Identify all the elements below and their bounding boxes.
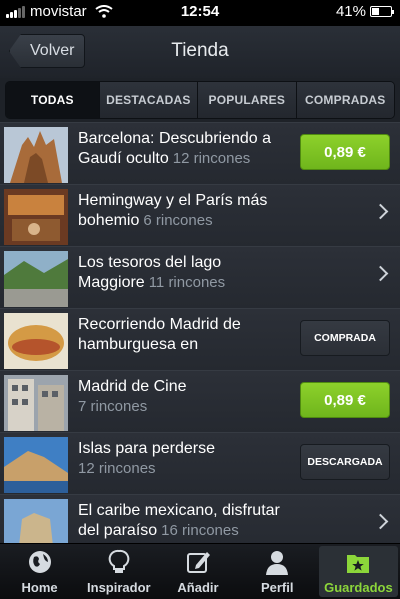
- tab-label: Inspirador: [87, 580, 151, 595]
- tab-guardados[interactable]: Guardados: [318, 546, 399, 597]
- item-count: 7 rincones: [78, 398, 148, 415]
- list-item[interactable]: El caribe mexicano, disfrutar del paraís…: [0, 494, 400, 543]
- item-count: 11 rincones: [148, 274, 226, 291]
- item-thumbnail: [4, 251, 68, 307]
- battery-icon: [370, 6, 394, 17]
- list-item[interactable]: Recorriendo Madrid de hamburguesa en COM…: [0, 308, 400, 370]
- item-count: 12 rincones: [78, 460, 156, 477]
- tab-perfil[interactable]: Perfil: [238, 544, 317, 599]
- store-list[interactable]: Barcelona: Descubriendo a Gaudí oculto 12…: [0, 122, 400, 543]
- buy-button[interactable]: 0,89 €: [300, 134, 390, 170]
- chevron-right-icon[interactable]: [372, 513, 389, 530]
- tab-inspirador[interactable]: Inspirador: [79, 544, 158, 599]
- lightbulb-icon: [108, 549, 130, 573]
- globe-icon: [28, 551, 51, 573]
- list-item[interactable]: Los tesoros del lago Maggiore 11 rincones: [0, 246, 400, 308]
- purchased-badge[interactable]: COMPRADA: [300, 320, 390, 356]
- item-thumbnail: [4, 189, 68, 245]
- item-title: Madrid de Cine: [78, 378, 187, 395]
- list-item[interactable]: Hemingway y el París más bohemio 6 rincon…: [0, 184, 400, 246]
- item-thumbnail: [4, 313, 68, 369]
- tab-label: Home: [21, 580, 58, 595]
- segmented-control: TODAS DESTACADAS POPULARES COMPRADAS: [0, 78, 400, 122]
- item-thumbnail: [4, 437, 68, 493]
- list-item[interactable]: Madrid de Cine 7 rincones 0,89 €: [0, 370, 400, 432]
- navigation-bar: Volver Tienda: [0, 26, 400, 78]
- segment-populares[interactable]: POPULARES: [197, 82, 296, 118]
- list-item[interactable]: Islas para perderse 12 rincones DESCARGAD…: [0, 432, 400, 494]
- item-count: 12 rincones: [172, 150, 251, 167]
- item-title: Islas para perderse: [78, 440, 215, 457]
- tab-bar: Home Inspirador Añadir Perfil Guardados: [0, 543, 400, 599]
- downloaded-badge[interactable]: DESCARGADA: [300, 444, 390, 480]
- tab-home[interactable]: Home: [0, 544, 79, 599]
- segment-todas[interactable]: TODAS: [6, 82, 99, 118]
- buy-button[interactable]: 0,89 €: [300, 382, 390, 418]
- item-count: 16 rincones: [161, 522, 239, 539]
- segment-compradas[interactable]: COMPRADAS: [295, 82, 394, 118]
- item-count: 6 rincones: [143, 212, 213, 229]
- pencil-square-icon: [187, 552, 210, 573]
- item-thumbnail: [4, 127, 68, 183]
- item-thumbnail: [4, 375, 68, 431]
- star-folder-icon: [347, 555, 370, 573]
- chevron-right-icon[interactable]: [372, 203, 389, 220]
- status-bar: movistar 12:54 41%: [0, 0, 400, 26]
- tab-anadir[interactable]: Añadir: [158, 544, 237, 599]
- tab-label: Guardados: [324, 580, 393, 595]
- page-title: Tienda: [171, 40, 229, 61]
- tab-label: Perfil: [260, 580, 294, 595]
- battery-percent: 41%: [335, 3, 366, 20]
- item-title: Recorriendo Madrid de hamburguesa en: [78, 316, 241, 353]
- person-icon: [266, 551, 289, 575]
- chevron-right-icon[interactable]: [372, 265, 389, 282]
- list-item[interactable]: Barcelona: Descubriendo a Gaudí oculto 12…: [0, 122, 400, 184]
- item-thumbnail: [4, 499, 68, 543]
- tab-label: Añadir: [177, 580, 219, 595]
- segment-destacadas[interactable]: DESTACADAS: [98, 82, 198, 118]
